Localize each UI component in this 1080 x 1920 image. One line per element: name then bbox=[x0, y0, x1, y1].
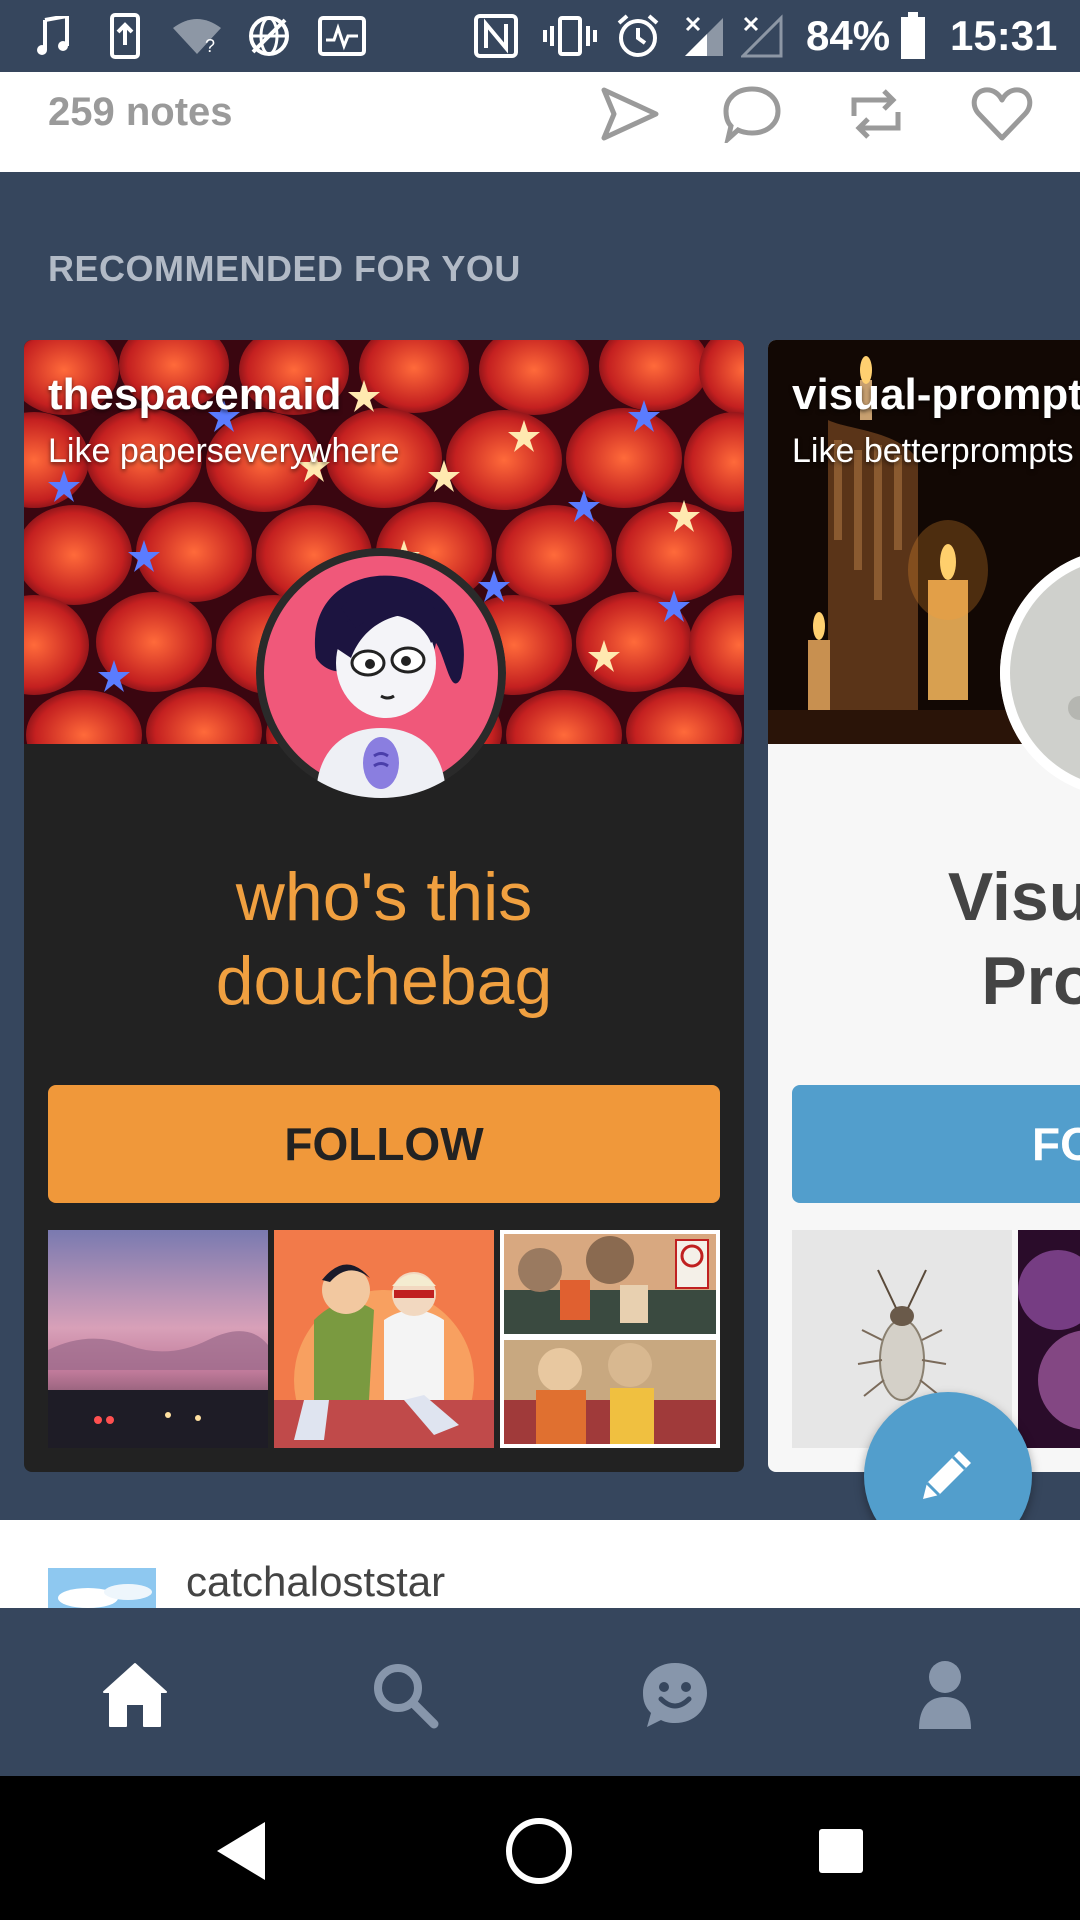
reblog-icon[interactable] bbox=[836, 74, 916, 154]
like-text: Like paperseverywhere bbox=[48, 432, 400, 470]
recommended-blog-card[interactable]: thespacemaid Like paperseverywhere who's… bbox=[24, 340, 744, 1472]
blog-name[interactable]: catchaloststar bbox=[186, 1558, 445, 1606]
pencil-icon bbox=[913, 1439, 983, 1514]
card-title-line: douchebag bbox=[215, 943, 553, 1019]
svg-text:?: ? bbox=[205, 36, 215, 56]
next-post-header[interactable]: catchaloststar bbox=[0, 1520, 1080, 1608]
home-icon[interactable] bbox=[90, 1650, 180, 1740]
avatar[interactable] bbox=[48, 1568, 156, 1608]
heart-icon[interactable] bbox=[962, 74, 1042, 154]
comment-icon[interactable] bbox=[712, 74, 792, 154]
battery-percentage: 84% bbox=[806, 12, 891, 59]
send-icon[interactable] bbox=[590, 74, 670, 154]
signal-icon bbox=[740, 12, 786, 60]
avatar[interactable] bbox=[256, 548, 506, 798]
upload-icon bbox=[108, 12, 142, 60]
post-thumbnail[interactable] bbox=[48, 1230, 268, 1448]
card-title: Visua Pro bbox=[768, 855, 1080, 1023]
vibrate-icon bbox=[542, 12, 598, 60]
search-icon[interactable] bbox=[360, 1650, 450, 1740]
post-thumbnail[interactable] bbox=[1018, 1230, 1080, 1448]
signal-icon bbox=[682, 12, 728, 60]
alarm-icon bbox=[614, 12, 662, 60]
recommended-blog-card[interactable]: visual-prompt Like betterprompts Visua P… bbox=[768, 340, 1080, 1472]
like-text: Like betterprompts bbox=[792, 432, 1074, 470]
blog-name[interactable]: thespacemaid bbox=[48, 370, 341, 420]
card-title-line: who's this bbox=[235, 859, 533, 935]
recommended-heading: RECOMMENDED FOR YOU bbox=[48, 248, 521, 289]
recents-icon[interactable] bbox=[796, 1806, 886, 1896]
clock: 15:31 bbox=[950, 12, 1058, 59]
pulse-icon bbox=[316, 12, 368, 60]
system-navigation-bar bbox=[0, 1776, 1080, 1920]
status-bar: ? 84% 15:31 bbox=[0, 0, 1080, 72]
battery-icon bbox=[898, 12, 928, 60]
notes-count[interactable]: 259 notes bbox=[48, 82, 233, 142]
activity-icon[interactable] bbox=[630, 1650, 720, 1740]
blog-name[interactable]: visual-prompt bbox=[792, 370, 1080, 420]
back-icon[interactable] bbox=[196, 1806, 286, 1896]
post-footer: 259 notes bbox=[0, 72, 1080, 172]
bottom-navigation bbox=[0, 1608, 1080, 1776]
post-thumbnail[interactable] bbox=[274, 1230, 494, 1448]
post-thumbnail[interactable] bbox=[500, 1230, 720, 1448]
follow-button[interactable]: FO bbox=[792, 1085, 1080, 1203]
home-circle-icon[interactable] bbox=[494, 1806, 584, 1896]
music-icon bbox=[34, 12, 74, 60]
globe-icon bbox=[246, 12, 292, 60]
card-title-line: Pro bbox=[981, 943, 1080, 1019]
nfc-icon bbox=[472, 12, 520, 60]
wifi-icon: ? bbox=[170, 12, 224, 60]
account-icon[interactable] bbox=[900, 1650, 990, 1740]
card-title: who's this douchebag bbox=[24, 855, 744, 1023]
follow-button[interactable]: FOLLOW bbox=[48, 1085, 720, 1203]
card-title-line: Visua bbox=[947, 859, 1080, 935]
